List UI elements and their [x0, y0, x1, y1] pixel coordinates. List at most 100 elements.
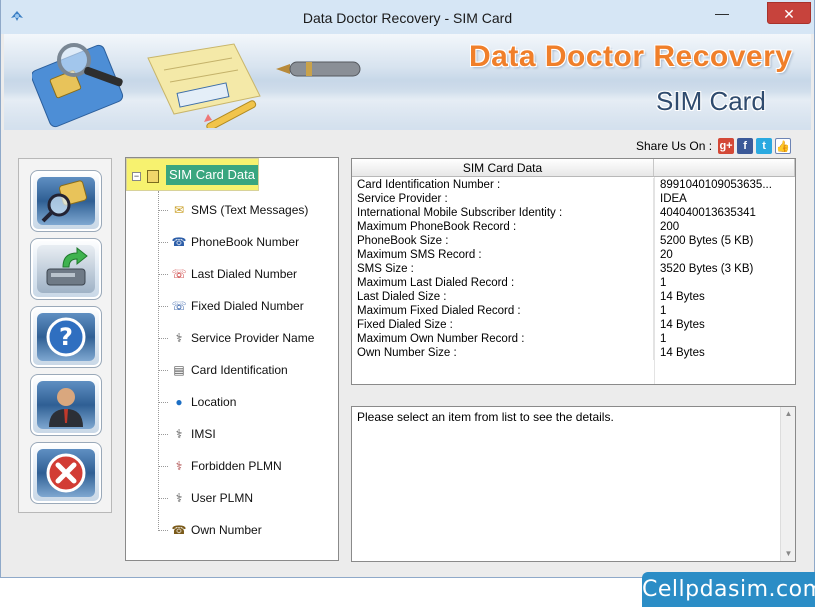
sim-card-icon: [147, 170, 159, 183]
svg-text:?: ?: [59, 323, 73, 351]
share-bar: Share Us On : g+ f t 👍: [636, 137, 792, 155]
tree-item-label: IMSI: [191, 427, 216, 441]
tree-item[interactable]: ☎ PhoneBook Number: [158, 232, 299, 252]
sidebar: ?: [18, 158, 112, 513]
row-value: 14 Bytes: [660, 291, 705, 303]
table-row[interactable]: Card Identification Number : 899104010905…: [352, 178, 795, 192]
tree-item-label: User PLMN: [191, 491, 254, 505]
tree-item-label: Forbidden PLMN: [191, 459, 282, 473]
scroll-up-icon[interactable]: ▲: [781, 407, 796, 421]
phone-red-icon: ☏: [171, 267, 187, 281]
tree-item[interactable]: ☏ Last Dialed Number: [158, 264, 297, 284]
tree-item[interactable]: ⚕ Service Provider Name: [158, 328, 314, 348]
details-scrollbar[interactable]: ▲ ▼: [780, 407, 795, 561]
tree-item-label: Last Dialed Number: [191, 267, 298, 281]
row-value: 20: [660, 249, 673, 261]
collapse-icon[interactable]: −: [132, 172, 141, 181]
fountain-pen-icon: [276, 61, 361, 77]
antenna-icon: ⚕: [175, 427, 183, 441]
about-button[interactable]: [30, 374, 102, 436]
save-button[interactable]: [30, 238, 102, 300]
table-row[interactable]: Maximum Last Dialed Record : 1: [352, 276, 795, 290]
row-value: 5200 Bytes (5 KB): [660, 235, 754, 247]
share-label: Share Us On :: [636, 139, 713, 153]
close-button[interactable]: ✕: [767, 2, 811, 24]
google-plus-icon[interactable]: g+: [718, 138, 735, 154]
details-message: Please select an item from list to see t…: [357, 410, 614, 424]
search-sim-button[interactable]: [30, 170, 102, 232]
tree-item-label: Card Identification: [191, 363, 288, 377]
minimize-button[interactable]: —: [702, 2, 742, 24]
table-row[interactable]: Maximum SMS Record : 20: [352, 248, 795, 262]
help-button[interactable]: ?: [30, 306, 102, 368]
id-card-icon: ▤: [173, 363, 185, 377]
row-value: 8991040109053635...: [660, 179, 772, 191]
brand-title: Data Doctor Recovery: [469, 40, 793, 73]
row-label: Maximum Fixed Dialed Record :: [352, 304, 654, 318]
tree-item[interactable]: ● Location: [158, 392, 236, 412]
row-label: Maximum PhoneBook Record :: [352, 220, 654, 234]
like-icon[interactable]: 👍: [775, 138, 792, 154]
tower-icon: ⚕: [175, 331, 183, 345]
table-row[interactable]: Maximum Fixed Dialed Record : 1: [352, 304, 795, 318]
table-row[interactable]: International Mobile Subscriber Identity…: [352, 206, 795, 220]
twitter-icon[interactable]: t: [756, 138, 773, 154]
details-panel[interactable]: Please select an item from list to see t…: [351, 406, 796, 562]
help-icon: ?: [46, 317, 86, 357]
tree-root-label: SIM Card Data: [166, 165, 258, 185]
row-label: Fixed Dialed Size :: [352, 318, 654, 332]
row-label: SMS Size :: [352, 262, 654, 276]
header-banner: Data Doctor Recovery SIM Card: [4, 34, 811, 130]
cellpdasim-logo: Cellpdasim.com: [642, 572, 815, 607]
exit-button[interactable]: [30, 442, 102, 504]
table-row[interactable]: Own Number Size : 14 Bytes: [352, 346, 795, 360]
tree-item[interactable]: ▤ Card Identification: [158, 360, 288, 380]
table-header-empty: [654, 159, 795, 176]
search-sim-icon: [41, 180, 88, 223]
antenna-forbidden-icon: ⚕: [175, 459, 183, 473]
row-value: 1: [660, 333, 667, 345]
table-row[interactable]: Last Dialed Size : 14 Bytes: [352, 290, 795, 304]
table-row[interactable]: Maximum PhoneBook Record : 200: [352, 220, 795, 234]
scroll-down-icon[interactable]: ▼: [781, 547, 796, 561]
row-value: 14 Bytes: [660, 319, 705, 331]
table-row[interactable]: SMS Size : 3520 Bytes (3 KB): [352, 262, 795, 276]
app-window: Data Doctor Recovery - SIM Card — ✕ Data…: [0, 0, 815, 578]
tree-item[interactable]: ☎ Own Number: [158, 520, 262, 540]
envelope-icon: ✉: [173, 203, 185, 217]
row-value: 1: [660, 277, 667, 289]
tree-item-label: SMS (Text Messages): [191, 203, 309, 217]
row-label: International Mobile Subscriber Identity…: [352, 206, 654, 220]
window-title: Data Doctor Recovery - SIM Card: [302, 10, 513, 26]
table-header: SIM Card Data: [352, 159, 795, 177]
globe-icon: ●: [175, 395, 183, 409]
row-label: Maximum SMS Record :: [352, 248, 654, 262]
tree-item[interactable]: ✉ SMS (Text Messages): [158, 200, 308, 220]
tree-item[interactable]: ⚕ IMSI: [158, 424, 216, 444]
phone-fixed-icon: ☏: [171, 299, 187, 313]
phonebook-icon: ☎: [171, 235, 187, 249]
title-bar: Data Doctor Recovery - SIM Card — ✕: [1, 0, 814, 34]
table-row[interactable]: PhoneBook Size : 5200 Bytes (5 KB): [352, 234, 795, 248]
facebook-icon[interactable]: f: [737, 138, 754, 154]
table-row[interactable]: Fixed Dialed Size : 14 Bytes: [352, 318, 795, 332]
row-label: Service Provider :: [352, 192, 654, 206]
tree-item[interactable]: ⚕ User PLMN: [158, 488, 253, 508]
own-number-icon: ☎: [171, 523, 187, 537]
row-label: Maximum Last Dialed Record :: [352, 276, 654, 290]
row-value: 3520 Bytes (3 KB): [660, 263, 754, 275]
table-row[interactable]: Maximum Own Number Record : 1: [352, 332, 795, 346]
user-icon: [49, 388, 83, 427]
tree-item[interactable]: ☏ Fixed Dialed Number: [158, 296, 304, 316]
tree-item-label: Location: [191, 395, 237, 409]
row-label: Card Identification Number :: [352, 178, 654, 192]
table-row[interactable]: Service Provider : IDEA: [352, 192, 795, 206]
tree-item[interactable]: ⚕ Forbidden PLMN: [158, 456, 282, 476]
tree-root-item[interactable]: − SIM Card Data: [126, 158, 259, 191]
exit-icon: [46, 453, 86, 493]
tree-item-label: PhoneBook Number: [191, 235, 300, 249]
row-value: 14 Bytes: [660, 347, 705, 359]
save-drive-icon: [46, 246, 88, 286]
row-label: Maximum Own Number Record :: [352, 332, 654, 346]
row-value: 404040013635341: [660, 207, 756, 219]
